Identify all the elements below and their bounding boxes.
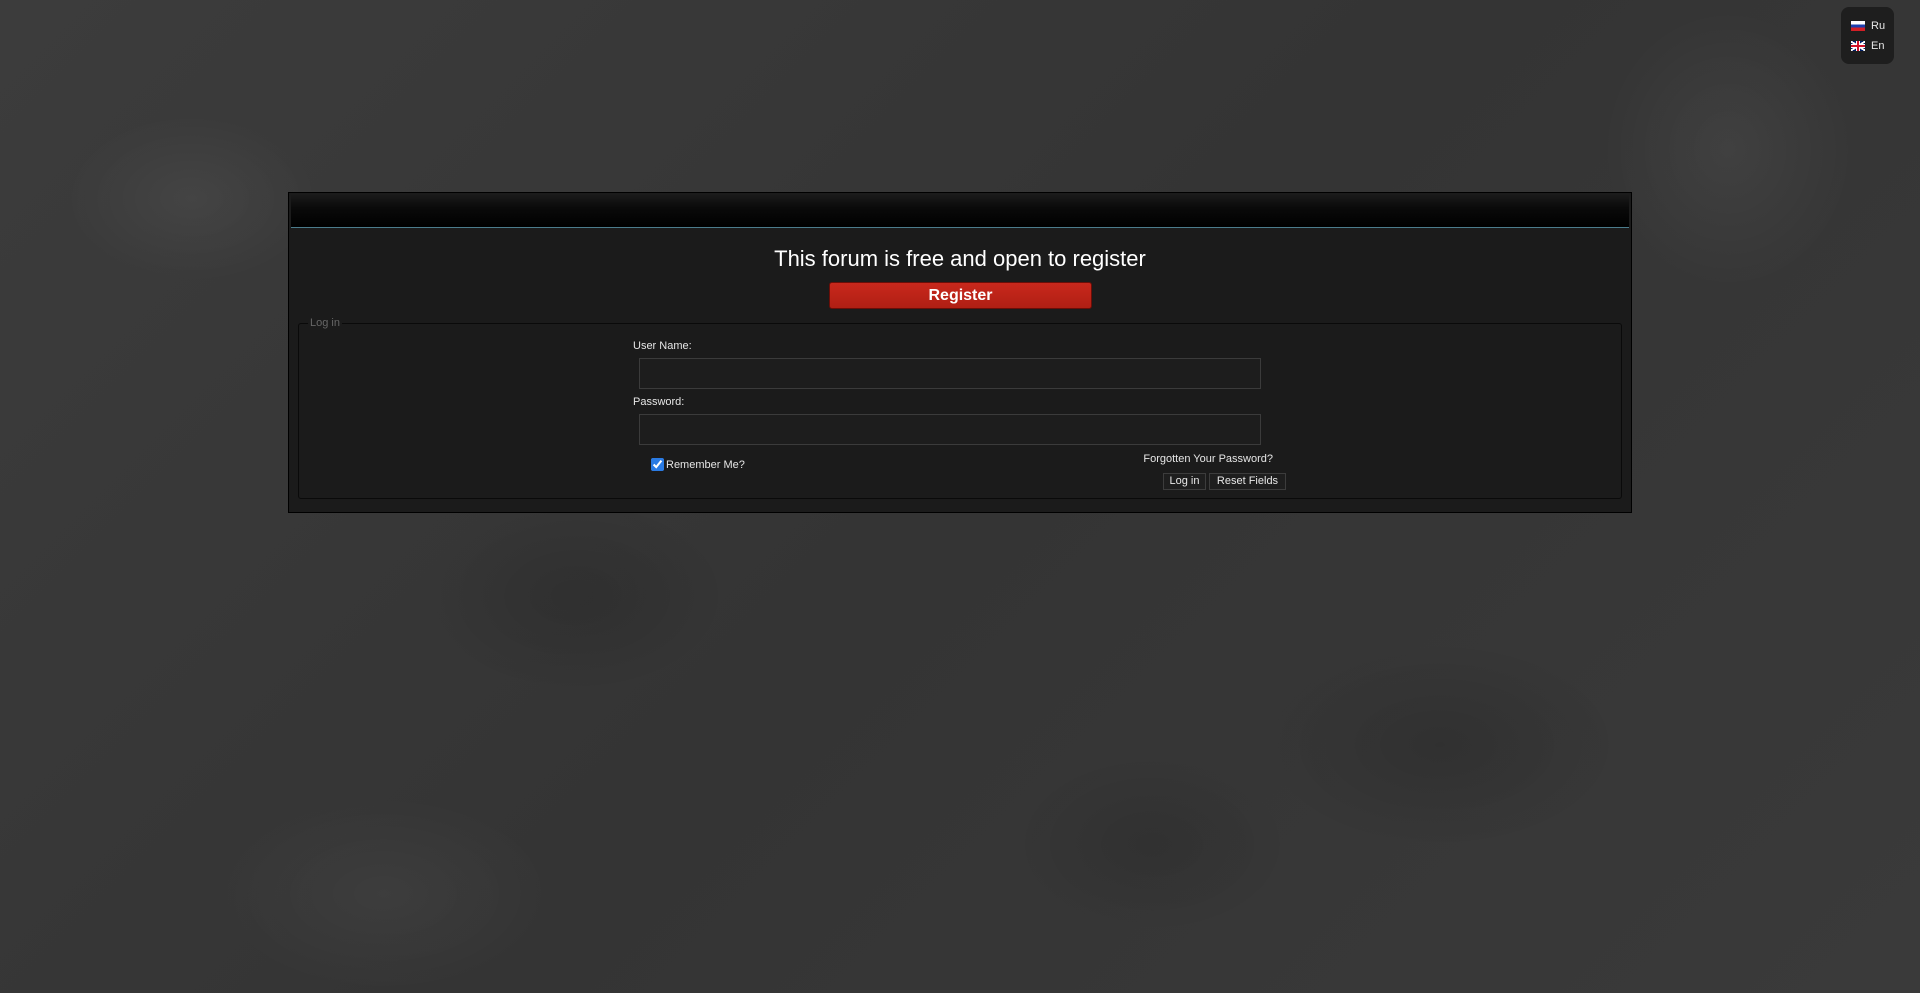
- username-input[interactable]: [639, 358, 1261, 389]
- language-option-en[interactable]: En: [1851, 36, 1894, 56]
- password-input[interactable]: [639, 414, 1261, 445]
- language-label-ru: Ru: [1871, 20, 1886, 32]
- login-fieldset: Log in User Name: Password: Remember Me?…: [298, 317, 1622, 499]
- forgot-password-link[interactable]: Forgotten Your Password?: [1143, 453, 1273, 465]
- reset-fields-button[interactable]: Reset Fields: [1209, 473, 1286, 490]
- login-button[interactable]: Log in: [1163, 473, 1206, 490]
- remember-me-checkbox[interactable]: [651, 458, 664, 471]
- login-legend: Log in: [310, 317, 340, 329]
- language-option-ru[interactable]: Ru: [1851, 16, 1894, 36]
- language-switcher: Ru En: [1841, 7, 1894, 64]
- panel-header-bar: [291, 195, 1629, 228]
- remember-me-label: Remember Me?: [666, 458, 745, 471]
- password-label: Password:: [633, 396, 685, 408]
- language-label-en: En: [1871, 40, 1885, 52]
- russia-flag-icon: [1851, 21, 1865, 31]
- remember-me-option[interactable]: Remember Me?: [651, 458, 745, 471]
- login-panel: This forum is free and open to register …: [288, 192, 1632, 513]
- username-label: User Name:: [633, 340, 692, 352]
- register-button[interactable]: Register: [829, 282, 1092, 309]
- page-title: This forum is free and open to register: [774, 246, 1146, 271]
- uk-flag-icon: [1851, 41, 1865, 51]
